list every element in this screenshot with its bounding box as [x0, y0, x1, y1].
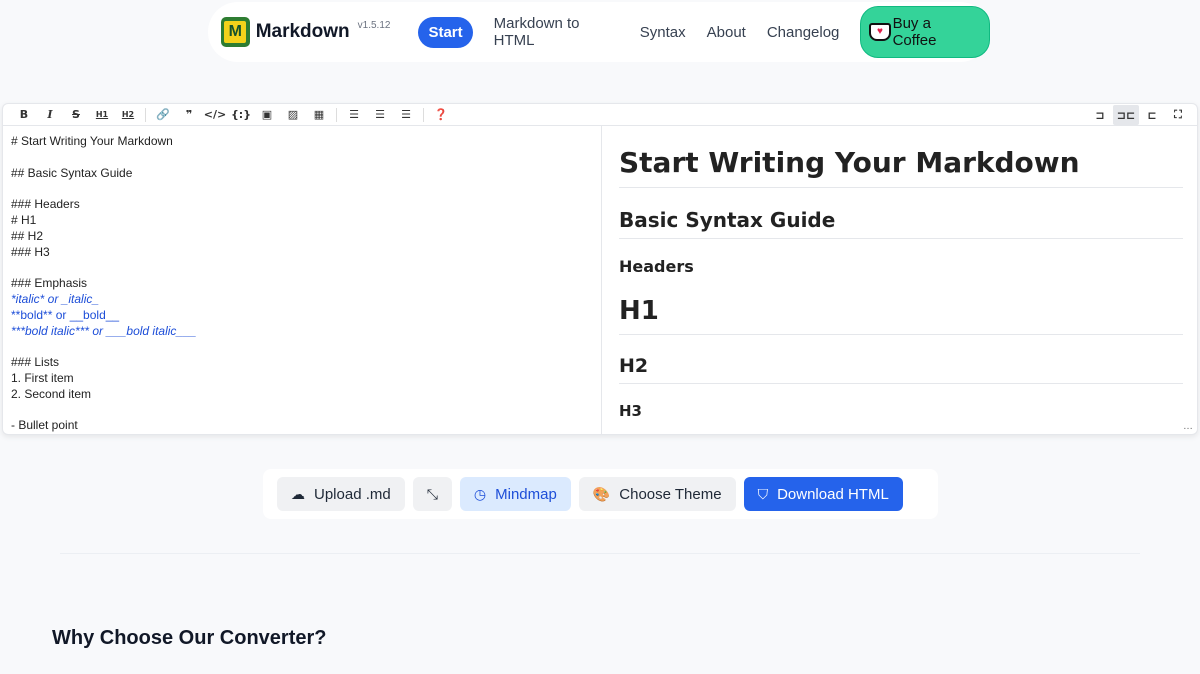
- clock-icon: ◷: [473, 486, 487, 502]
- italic-icon[interactable]: I: [37, 105, 63, 125]
- bold-icon[interactable]: B: [11, 105, 37, 125]
- toolbar-divider: [336, 107, 337, 122]
- expand-button[interactable]: ⤡: [412, 477, 452, 511]
- preview-h1-example: H1: [619, 296, 1183, 335]
- editor-line: # H1: [11, 212, 37, 227]
- image-icon[interactable]: ▨: [280, 105, 306, 125]
- editor-line: ### Emphasis: [11, 276, 88, 291]
- preview-h3: Headers: [619, 257, 694, 276]
- cloud-upload-icon: ☁: [291, 486, 305, 502]
- editor-toolbar: B I S H1 H2 🔗 ❞ </> {:} ▣ ▨ ▦ ☰ ☰ ☰ ❓ ⊐ …: [3, 104, 1197, 126]
- editor-line: ***bold italic*** or ___bold italic___: [11, 323, 197, 338]
- html5-icon: ⛉: [757, 486, 769, 502]
- editor-line: - Bullet point: [11, 418, 78, 433]
- logo-icon[interactable]: M: [221, 17, 250, 47]
- link-icon[interactable]: 🔗: [150, 105, 176, 125]
- action-bar: ☁ Upload .md ⤡ ◷ Mindmap 🎨 Choose Theme …: [263, 469, 938, 519]
- resize-handle-icon[interactable]: …: [1183, 421, 1193, 432]
- editor-line: 1. First item: [11, 370, 74, 385]
- version-label: v1.5.12: [357, 20, 391, 31]
- nav-start[interactable]: Start: [418, 16, 473, 48]
- toolbar-divider: [423, 107, 424, 122]
- preview-only-icon[interactable]: ⊏: [1139, 105, 1165, 125]
- editor-line: ### Headers: [11, 197, 80, 212]
- nav-markdown-to-html[interactable]: Markdown to HTML: [494, 15, 619, 49]
- section-divider: [60, 553, 1140, 554]
- top-nav: M Markdown v1.5.12 Start Markdown to HTM…: [208, 2, 990, 62]
- editor-line: ### Lists: [11, 355, 60, 370]
- editor-line: **bold** or __bold__: [11, 307, 120, 322]
- buy-coffee-label: Buy a Coffee: [892, 15, 937, 49]
- strikethrough-icon[interactable]: S: [63, 105, 89, 125]
- preview-h3-example: H3: [619, 402, 642, 420]
- html-preview: Start Writing Your Markdown Basic Syntax…: [619, 126, 1183, 434]
- editor-only-icon[interactable]: ⊐: [1087, 105, 1113, 125]
- heading-smaller-icon[interactable]: H2: [115, 105, 141, 125]
- editor-line: # Start Writing Your Markdown: [11, 134, 173, 148]
- nav-syntax[interactable]: Syntax: [640, 24, 686, 41]
- upload-md-button[interactable]: ☁ Upload .md: [277, 477, 405, 511]
- comment-icon[interactable]: ▣: [254, 105, 280, 125]
- bullet-list-icon[interactable]: ☰: [341, 105, 367, 125]
- preview-h2: Basic Syntax Guide: [619, 208, 1183, 239]
- toolbar-divider: [145, 107, 146, 122]
- nav-changelog[interactable]: Changelog: [767, 24, 840, 41]
- preview-h2-example: H2: [619, 355, 1183, 384]
- section-title: Why Choose Our Converter?: [52, 627, 327, 649]
- choose-theme-button[interactable]: 🎨 Choose Theme: [578, 477, 736, 511]
- mindmap-label: Mindmap: [495, 485, 557, 503]
- fullscreen-icon[interactable]: ⛶: [1165, 105, 1191, 125]
- mindmap-button[interactable]: ◷ Mindmap: [459, 477, 571, 511]
- heading-bigger-icon[interactable]: H1: [89, 105, 115, 125]
- preview-h1: Start Writing Your Markdown: [619, 146, 1183, 188]
- editor-line: ## Basic Syntax Guide: [11, 165, 133, 180]
- split-view-icon[interactable]: ⊐⊏: [1113, 105, 1139, 125]
- markdown-editor: B I S H1 H2 🔗 ❞ </> {:} ▣ ▨ ▦ ☰ ☰ ☰ ❓ ⊐ …: [2, 103, 1198, 435]
- ordered-list-icon[interactable]: ☰: [367, 105, 393, 125]
- palette-icon: 🎨: [592, 486, 611, 502]
- download-label: Download HTML: [777, 485, 889, 503]
- editor-line: ### H3: [11, 244, 50, 259]
- brand-name[interactable]: Markdown: [256, 21, 350, 43]
- task-list-icon[interactable]: ☰: [393, 105, 419, 125]
- coffee-icon: ♥: [869, 23, 891, 41]
- download-html-button[interactable]: ⛉ Download HTML: [743, 477, 903, 511]
- expand-icon: ⤡: [426, 485, 438, 502]
- code-icon[interactable]: </>: [202, 105, 228, 125]
- editor-line: 2. Second item: [11, 386, 92, 401]
- upload-label: Upload .md: [314, 485, 391, 503]
- nav-about[interactable]: About: [707, 24, 746, 41]
- editor-line: *italic* or _italic_: [11, 291, 100, 306]
- toolbar-right: ⊐ ⊐⊏ ⊏ ⛶: [1087, 105, 1191, 125]
- editor-line: ## H2: [11, 228, 44, 243]
- code-block-icon[interactable]: {:}: [228, 105, 254, 125]
- table-icon[interactable]: ▦: [306, 105, 332, 125]
- buy-coffee-button[interactable]: ♥ Buy a Coffee: [860, 6, 990, 58]
- markdown-input[interactable]: # Start Writing Your Markdown ## Basic S…: [3, 126, 601, 434]
- theme-label: Choose Theme: [619, 485, 722, 503]
- pane-divider[interactable]: [601, 126, 602, 434]
- help-icon[interactable]: ❓: [428, 105, 454, 125]
- quote-icon[interactable]: ❞: [176, 105, 202, 125]
